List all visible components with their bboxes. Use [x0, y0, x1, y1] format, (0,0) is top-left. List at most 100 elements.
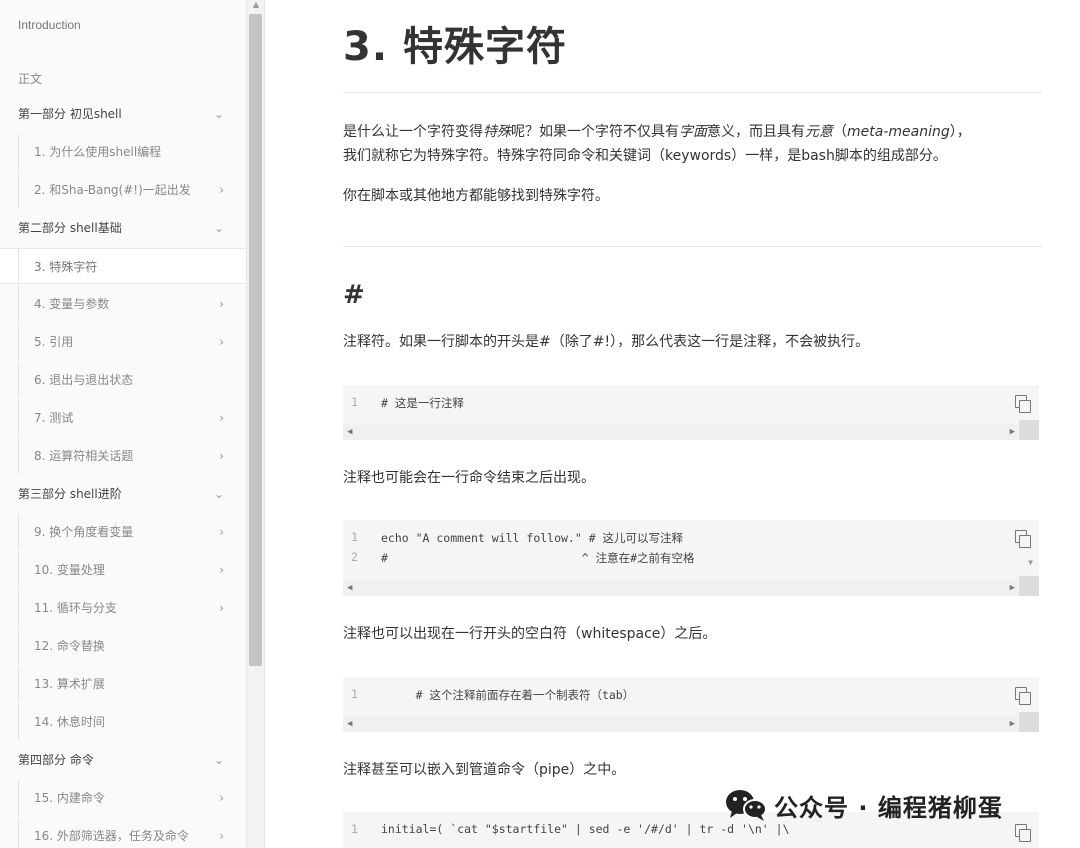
copy-icon[interactable]	[1015, 687, 1031, 705]
intro-emphasis: 字面	[679, 124, 707, 140]
scroll-left-arrow-icon[interactable]: ◀	[347, 424, 352, 440]
chevron-down-icon[interactable]: ⌄	[214, 476, 224, 512]
intro-paragraph-2: 你在脚本或其他地方都能够找到特殊字符。	[343, 188, 609, 204]
sidebar-item-label: 15. 内建命令	[34, 791, 105, 805]
scroll-right-arrow-icon[interactable]: ▶	[1010, 424, 1015, 440]
sidebar-item[interactable]: 13. 算术扩展	[0, 666, 246, 702]
sidebar-item-label: 第二部分 shell基础	[18, 221, 122, 235]
intro-paragraph: 是什么让一个字符变得特殊呢？如果一个字符不仅具有字面意义，而且具有元意（meta…	[343, 120, 1043, 168]
chevron-down-icon[interactable]: ⌄	[214, 96, 224, 132]
sidebar-part-header[interactable]: 第二部分 shell基础 ⌄	[0, 210, 246, 246]
sidebar-item-label: 2. 和Sha-Bang(#!)一起出发	[34, 183, 191, 197]
sidebar-item[interactable]: 5. 引用 ›	[0, 324, 246, 360]
chevron-right-icon[interactable]: ›	[219, 818, 224, 848]
scroll-down-arrow-icon[interactable]: ▼	[1028, 558, 1033, 567]
sidebar-item[interactable]: 16. 外部筛选器，任务及命令 ›	[0, 818, 246, 848]
sidebar-item-label: 9. 换个角度看变量	[34, 525, 134, 539]
horizontal-scrollbar[interactable]: ◀ ▶	[343, 580, 1019, 596]
sidebar-item-label: 10. 变量处理	[34, 563, 105, 577]
sidebar-item-label: 5. 引用	[34, 335, 74, 349]
line-number: 1	[351, 687, 358, 701]
sidebar-item-label: 16. 外部筛选器，任务及命令	[34, 829, 189, 843]
sidebar-item-label: 4. 变量与参数	[34, 297, 110, 311]
scroll-left-arrow-icon[interactable]: ◀	[347, 580, 352, 596]
intro-text: （	[833, 124, 847, 140]
sidebar-item[interactable]: 3. 特殊字符	[0, 248, 246, 285]
scrollbar-corner	[1019, 576, 1039, 596]
sidebar-item[interactable]: 7. 测试 ›	[0, 400, 246, 436]
sidebar-item-label: 3. 特殊字符	[34, 260, 98, 274]
sidebar-scrollbar[interactable]: ▲	[246, 0, 265, 848]
code-line: # ^ 注意在#之前有空格	[381, 551, 695, 565]
sidebar-item[interactable]: 12. 命令替换	[0, 628, 246, 664]
watermark: 公众号 · 编程猪柳蛋	[724, 785, 1003, 825]
intro-text: 呢？如果一个字符不仅具有	[511, 124, 679, 140]
sidebar-title[interactable]: Introduction	[18, 18, 81, 32]
code-block-3: 1 # 这个注释前面存在着一个制表符（tab） ◀ ▶	[343, 677, 1039, 732]
code-block-1: 1 # 这是一行注释 ◀ ▶	[343, 385, 1039, 440]
copy-icon[interactable]	[1015, 530, 1031, 548]
line-number: 2	[351, 550, 358, 564]
code-line: # 这个注释前面存在着一个制表符（tab）	[381, 688, 635, 702]
horizontal-scrollbar[interactable]: ◀ ▶	[343, 716, 1019, 732]
intro-emphasis: meta-meaning	[847, 124, 950, 140]
sidebar-item-label: 1. 为什么使用shell编程	[34, 145, 162, 159]
sidebar-item-label: 第一部分 初见shell	[18, 107, 122, 121]
chevron-right-icon[interactable]: ›	[219, 514, 224, 550]
sidebar-part-header[interactable]: 第四部分 命令 ⌄	[0, 742, 246, 778]
sidebar-item[interactable]: 14. 休息时间	[0, 704, 246, 740]
chevron-right-icon[interactable]: ›	[219, 438, 224, 474]
chevron-right-icon[interactable]: ›	[219, 286, 224, 322]
watermark-text: 公众号 · 编程猪柳蛋	[774, 793, 1003, 822]
description-1: 注释符。如果一行脚本的开头是#（除了#!），那么代表这一行是注释，不会被执行。	[343, 334, 870, 350]
sidebar-item[interactable]: 1. 为什么使用shell编程	[0, 134, 246, 170]
sidebar-scrollbar-thumb[interactable]	[249, 14, 262, 666]
line-number: 1	[351, 530, 358, 544]
chevron-right-icon[interactable]: ›	[219, 590, 224, 626]
chevron-right-icon[interactable]: ›	[219, 552, 224, 588]
horizontal-scrollbar[interactable]: ◀ ▶	[343, 424, 1019, 440]
sidebar-item[interactable]: 9. 换个角度看变量 ›	[0, 514, 246, 550]
intro-emphasis: 元意	[805, 124, 833, 140]
intro-emphasis: 特殊	[483, 124, 511, 140]
sidebar-part-header[interactable]: 第一部分 初见shell ⌄	[0, 96, 246, 132]
scroll-left-arrow-icon[interactable]: ◀	[347, 716, 352, 732]
scroll-right-arrow-icon[interactable]: ▶	[1010, 580, 1015, 596]
sidebar-item-label: 6. 退出与退出状态	[34, 373, 134, 387]
chevron-right-icon[interactable]: ›	[219, 400, 224, 436]
intro-text: 是什么让一个字符变得	[343, 124, 483, 140]
scroll-up-arrow-icon[interactable]: ▲	[251, 0, 261, 12]
chevron-right-icon[interactable]: ›	[219, 324, 224, 360]
section-divider	[343, 246, 1042, 247]
chevron-down-icon[interactable]: ⌄	[214, 742, 224, 778]
intro-text: ），	[949, 124, 971, 140]
sidebar-nav: Introduction 正文 第一部分 初见shell ⌄ 1. 为什么使用she…	[0, 0, 246, 848]
sidebar-item[interactable]: 6. 退出与退出状态	[0, 362, 246, 398]
sidebar-item[interactable]: 8. 运算符相关话题 ›	[0, 438, 246, 474]
sidebar-item-label: 11. 循环与分支	[34, 601, 117, 615]
sidebar-item-label: 7. 测试	[34, 411, 74, 425]
chevron-right-icon[interactable]: ›	[219, 172, 224, 208]
chevron-right-icon[interactable]: ›	[219, 780, 224, 816]
sidebar-part-header[interactable]: 第三部分 shell进阶 ⌄	[0, 476, 246, 512]
section-heading: #	[343, 280, 365, 310]
sidebar-item[interactable]: 15. 内建命令 ›	[0, 780, 246, 816]
sidebar-item[interactable]: 11. 循环与分支 ›	[0, 590, 246, 626]
sidebar-item-label: 8. 运算符相关话题	[34, 449, 134, 463]
line-number: 1	[351, 822, 358, 836]
copy-icon[interactable]	[1015, 395, 1031, 413]
sidebar-item-label: 第三部分 shell进阶	[18, 487, 122, 501]
sidebar-item[interactable]: 4. 变量与参数 ›	[0, 286, 246, 322]
chevron-down-icon[interactable]: ⌄	[214, 210, 224, 246]
sidebar-item-label: 12. 命令替换	[34, 639, 105, 653]
code-line: echo "A comment will follow." # 这儿可以写注释	[381, 531, 684, 545]
wechat-icon	[724, 787, 768, 823]
scroll-right-arrow-icon[interactable]: ▶	[1010, 716, 1015, 732]
copy-icon[interactable]	[1015, 824, 1031, 842]
description-2: 注释也可能会在一行命令结束之后出现。	[343, 470, 595, 486]
code-line: # 这是一行注释	[381, 396, 464, 410]
sidebar-item[interactable]: 2. 和Sha-Bang(#!)一起出发 ›	[0, 172, 246, 208]
sidebar-item[interactable]: 10. 变量处理 ›	[0, 552, 246, 588]
description-3: 注释也可以出现在一行开头的空白符（whitespace）之后。	[343, 626, 717, 642]
scrollbar-corner	[1019, 420, 1039, 440]
